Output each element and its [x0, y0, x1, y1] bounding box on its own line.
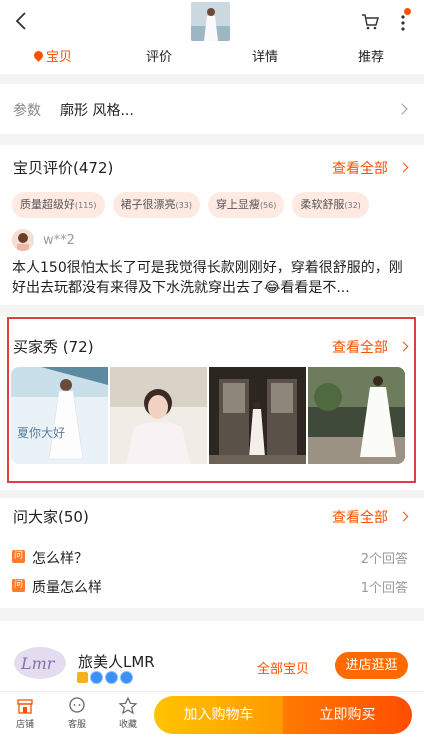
cart-icon[interactable] [360, 12, 380, 32]
product-page: 宝贝 评价 详情 推荐 参数 廓形 风格... 宝贝评价(472) 查看全部 质… [0, 0, 424, 739]
chat-icon [69, 697, 85, 713]
all-items-link[interactable]: 全部宝贝 [257, 658, 309, 677]
enter-shop-button[interactable]: 进店逛逛 [335, 652, 408, 679]
shop-logo[interactable]: Lmr [12, 645, 68, 681]
diamond-icon [105, 671, 118, 684]
tag-count: (115) [75, 201, 97, 210]
crown-icon [77, 672, 88, 683]
buyer-photo[interactable]: 夏你大好 [11, 367, 108, 464]
tag-count: (56) [259, 201, 277, 210]
customer-service-button[interactable]: 客服 [57, 696, 97, 730]
tag-text: 柔软舒服 [300, 198, 345, 211]
buyer-photo[interactable] [308, 367, 405, 464]
tag-text: 裙子很漂亮 [120, 198, 176, 211]
shop-rating-badges [77, 671, 133, 684]
qa-question: 质量怎么样 [32, 580, 102, 596]
tab-label: 评价 [145, 50, 172, 65]
tab-label: 宝贝 [45, 50, 72, 65]
diamond-icon [90, 671, 103, 684]
reviews-section: 宝贝评价(472) 查看全部 质量超级好(115) 裙子很漂亮(33) 穿上显瘦… [0, 145, 424, 305]
tab-reviews[interactable]: 评价 [106, 44, 212, 72]
buyer-show-see-all-link[interactable]: 查看全部 [332, 337, 388, 357]
reviews-see-all-link[interactable]: 查看全部 [332, 158, 388, 178]
favorite-label: 收藏 [118, 720, 137, 730]
bottom-action-bar: 店铺 客服 收藏 加入购物车 立即购买 [0, 691, 424, 739]
qa-see-all-link[interactable]: 查看全部 [332, 507, 388, 527]
chevron-right-icon [396, 103, 408, 115]
review-text[interactable]: 本人150很怕太长了可是我觉得长款刚刚好，穿着很舒服的，刚好出去玩都没有来得及下… [12, 258, 410, 298]
reviewer-name: w**2 [43, 233, 75, 248]
review-tag[interactable]: 裙子很漂亮(33) [112, 192, 200, 218]
question-icon: 问 [12, 579, 25, 592]
tag-text: 穿上显瘦 [215, 198, 260, 211]
qa-title: 问大家(50) [13, 508, 89, 526]
tab-label: 详情 [251, 50, 278, 65]
favorite-button[interactable]: 收藏 [108, 696, 148, 730]
photo-caption: 夏你大好 [17, 426, 65, 440]
buy-now-button[interactable]: 立即购买 [283, 696, 412, 734]
buyer-show-section: 买家秀 (72) 查看全部 夏你大好 [0, 316, 424, 490]
tab-details[interactable]: 详情 [212, 44, 318, 72]
buyer-photos: 夏你大好 [11, 367, 405, 464]
review-tags: 质量超级好(115) 裙子很漂亮(33) 穿上显瘦(56) 柔软舒服(32) [12, 192, 369, 218]
tag-count: (32) [344, 201, 361, 210]
qa-section: 问大家(50) 查看全部 问 怎么样？ 2个回答 问 质量怎么样 1个回答 [0, 498, 424, 608]
question-icon: 问 [12, 550, 25, 563]
buyer-show-title: 买家秀 (72) [13, 338, 94, 356]
chevron-right-icon [398, 511, 409, 522]
review-tag[interactable]: 穿上显瘦(56) [207, 192, 285, 218]
tab-label: 推荐 [357, 50, 384, 65]
tab-bar: 宝贝 评价 详情 推荐 [0, 44, 424, 72]
star-icon [118, 696, 138, 715]
shop-name[interactable]: 旅美人LMR [78, 651, 155, 672]
buyer-photo[interactable] [209, 367, 306, 464]
buyer-photo[interactable] [110, 367, 207, 464]
review-tag[interactable]: 柔软舒服(32) [292, 192, 369, 218]
qa-item[interactable]: 问 怎么样？ 2个回答 [12, 548, 412, 568]
location-pin-icon [32, 49, 45, 62]
back-arrow-icon[interactable] [10, 8, 34, 34]
tag-count: (33) [175, 201, 192, 210]
top-nav: 宝贝 评价 详情 推荐 [0, 0, 424, 74]
params-value: 廓形 风格... [60, 103, 134, 119]
tag-text: 质量超级好 [20, 198, 75, 211]
add-to-cart-button[interactable]: 加入购物车 [154, 696, 283, 734]
tab-product[interactable]: 宝贝 [0, 44, 106, 72]
reviews-title: 宝贝评价(472) [13, 159, 114, 177]
qa-answer-count: 2个回答 [360, 552, 408, 567]
reviewer-avatar [12, 229, 34, 251]
notification-dot [404, 8, 411, 15]
service-label: 客服 [67, 720, 86, 730]
store-icon [17, 699, 33, 714]
shop-logo-text: Lmr [20, 654, 56, 673]
params-label: 参数 [13, 103, 41, 119]
store-button[interactable]: 店铺 [5, 696, 45, 730]
params-row[interactable]: 参数 廓形 风格... [0, 84, 424, 134]
review-tag[interactable]: 质量超级好(115) [12, 192, 105, 218]
shop-section: Lmr 旅美人LMR 全部宝贝 进店逛逛 [0, 621, 424, 691]
qa-answer-count: 1个回答 [360, 581, 408, 596]
tab-recommend[interactable]: 推荐 [318, 44, 424, 72]
qa-question: 怎么样？ [32, 551, 88, 567]
diamond-icon [120, 671, 133, 684]
store-label: 店铺 [15, 720, 34, 730]
qa-item[interactable]: 问 质量怎么样 1个回答 [12, 577, 412, 597]
chevron-right-icon [398, 162, 409, 173]
product-thumbnail[interactable] [191, 2, 230, 41]
